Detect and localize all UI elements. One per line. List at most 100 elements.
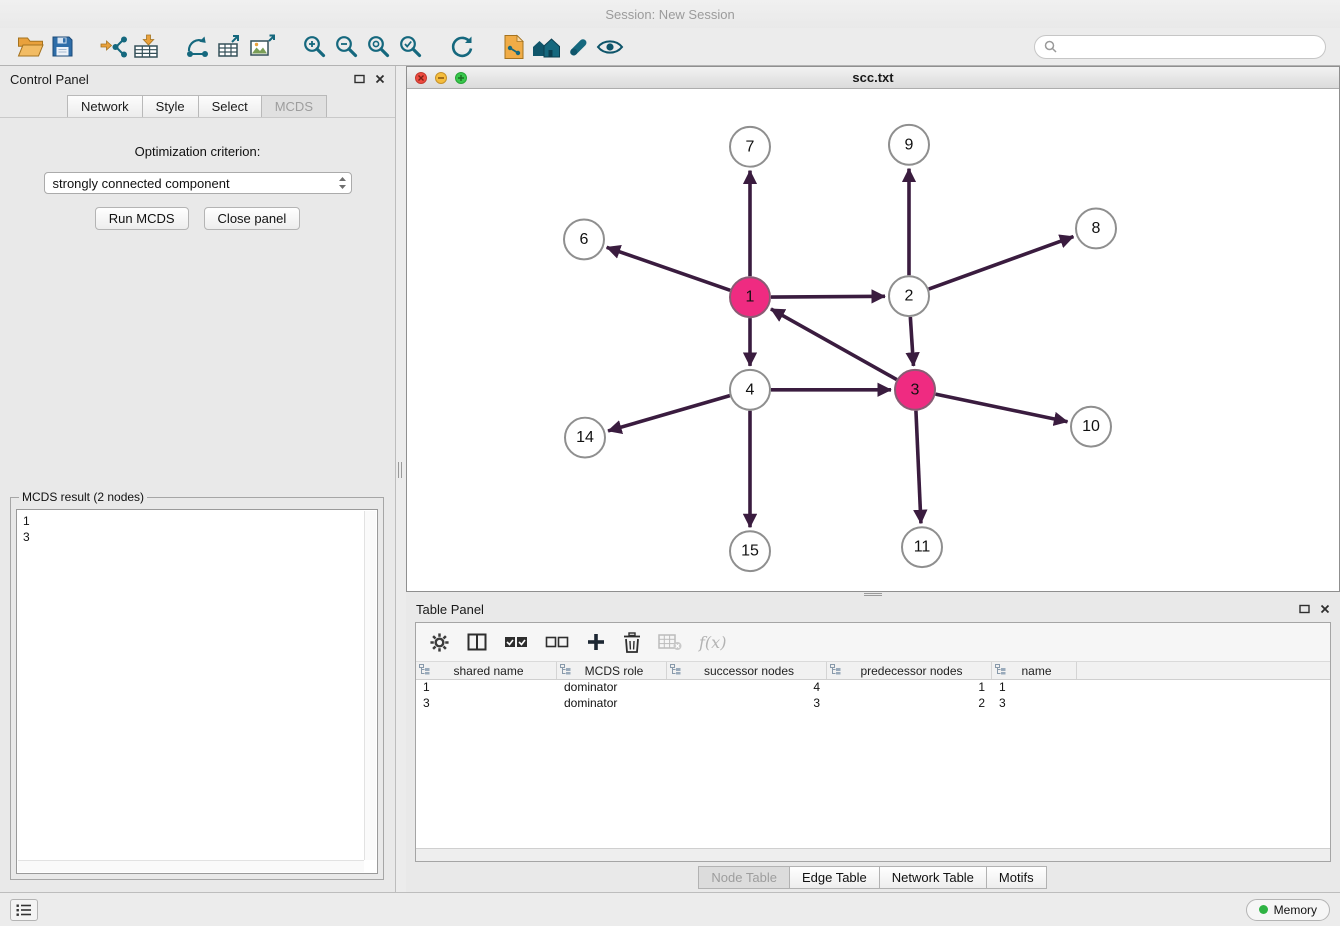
zoom-out-button[interactable] xyxy=(330,31,362,63)
table-settings-button[interactable] xyxy=(429,632,450,653)
search-input[interactable] xyxy=(1063,40,1316,54)
refresh-layout-button[interactable] xyxy=(446,31,478,63)
open-session-button[interactable] xyxy=(14,31,46,63)
table-row[interactable]: 3dominator323 xyxy=(416,696,1330,712)
network-close-button[interactable] xyxy=(415,72,427,84)
column-header-name[interactable]: name xyxy=(992,662,1077,679)
node-9[interactable]: 9 xyxy=(889,125,929,165)
edge-3-11[interactable] xyxy=(916,411,921,524)
node-label: 15 xyxy=(741,543,759,560)
network-canvas[interactable]: 7 9 6 8 1 2 3 4 10 14 15 11 xyxy=(407,89,1339,590)
column-header-successor-nodes[interactable]: successor nodes xyxy=(667,662,827,679)
attribute-type-icon xyxy=(670,664,681,678)
unselect-all-button[interactable] xyxy=(545,634,569,650)
table-cell-predecessor-nodes[interactable]: 2 xyxy=(827,696,992,712)
table-tab-network-table[interactable]: Network Table xyxy=(879,866,987,889)
zoom-fit-button[interactable] xyxy=(362,31,394,63)
node-label: 11 xyxy=(914,539,931,556)
memory-button[interactable]: Memory xyxy=(1246,899,1330,921)
table-cell-name[interactable]: 1 xyxy=(992,680,1077,696)
control-tab-select[interactable]: Select xyxy=(198,95,262,117)
close-table-panel-icon[interactable] xyxy=(1320,602,1330,617)
table-cell-predecessor-nodes[interactable]: 1 xyxy=(827,680,992,696)
node-3[interactable]: 3 xyxy=(895,370,935,410)
edge-3-1[interactable] xyxy=(771,309,897,380)
node-4[interactable]: 4 xyxy=(730,370,770,410)
export-table-button[interactable] xyxy=(214,31,246,63)
mcds-result-list[interactable]: 1 3 xyxy=(16,509,378,874)
table-hscrollbar[interactable] xyxy=(416,848,1330,861)
column-visibility-button[interactable] xyxy=(467,632,487,652)
column-header-shared-name[interactable]: shared name xyxy=(416,662,557,679)
delete-row-button[interactable] xyxy=(623,632,641,653)
control-panel: Control Panel NetworkStyleSelectMCDS Opt… xyxy=(0,66,396,892)
node-15[interactable]: 15 xyxy=(730,531,770,571)
unchecked-boxes-icon xyxy=(545,634,569,650)
close-panel-button[interactable]: Close panel xyxy=(204,207,301,230)
edge-3-10[interactable] xyxy=(936,394,1068,422)
zoom-selected-button[interactable] xyxy=(394,31,426,63)
export-image-button[interactable] xyxy=(246,31,278,63)
node-1[interactable]: 1 xyxy=(730,277,770,317)
save-floppy-icon xyxy=(51,35,74,58)
node-label: 8 xyxy=(1092,220,1101,237)
table-cell-mcds-role[interactable]: dominator xyxy=(557,680,667,696)
node-8[interactable]: 8 xyxy=(1076,209,1116,249)
control-tab-network[interactable]: Network xyxy=(67,95,143,117)
paintbrush-icon xyxy=(565,34,591,60)
save-session-button[interactable] xyxy=(46,31,78,63)
node-14[interactable]: 14 xyxy=(565,418,605,458)
node-6[interactable]: 6 xyxy=(564,219,604,259)
network-maximize-button[interactable] xyxy=(455,72,467,84)
node-11[interactable]: 11 xyxy=(902,527,942,567)
float-panel-icon[interactable] xyxy=(354,72,365,87)
table-cell-successor-nodes[interactable]: 4 xyxy=(667,680,827,696)
table-tab-edge-table[interactable]: Edge Table xyxy=(789,866,880,889)
node-2[interactable]: 2 xyxy=(889,276,929,316)
edge-2-3[interactable] xyxy=(910,317,913,366)
column-header-predecessor-nodes[interactable]: predecessor nodes xyxy=(827,662,992,679)
table-cell-successor-nodes[interactable]: 3 xyxy=(667,696,827,712)
add-row-button[interactable] xyxy=(586,632,606,652)
network-window-titlebar: scc.txt xyxy=(407,67,1339,89)
control-tab-mcds[interactable]: MCDS xyxy=(261,95,327,117)
table-tab-node-table[interactable]: Node Table xyxy=(698,866,790,889)
network-minimize-button[interactable] xyxy=(435,72,447,84)
import-network-button[interactable] xyxy=(98,31,130,63)
paint-style-button[interactable] xyxy=(562,31,594,63)
column-header-mcds-role[interactable]: MCDS role xyxy=(557,662,667,679)
list-icon xyxy=(16,904,32,916)
table-cell-shared-name[interactable]: 1 xyxy=(416,680,557,696)
right-area: scc.txt 7968123410141511 Table Panel xyxy=(406,66,1340,892)
new-network-icon xyxy=(185,35,211,59)
node-table-frame: f(x) shared nameMCDS rolesuccessor nodes… xyxy=(415,622,1331,862)
zoom-in-button[interactable] xyxy=(298,31,330,63)
edge-4-14[interactable] xyxy=(608,396,730,431)
table-cell-shared-name[interactable]: 3 xyxy=(416,696,557,712)
edge-1-6[interactable] xyxy=(607,247,731,290)
edge-2-8[interactable] xyxy=(929,237,1074,289)
column-header-label: MCDS role xyxy=(571,664,663,678)
status-menu-button[interactable] xyxy=(10,899,38,921)
table-tab-motifs[interactable]: Motifs xyxy=(986,866,1047,889)
table-row[interactable]: 1dominator411 xyxy=(416,680,1330,696)
houses-button[interactable] xyxy=(530,31,562,63)
criterion-dropdown[interactable]: strongly connected component xyxy=(44,172,352,194)
close-panel-icon[interactable] xyxy=(375,72,385,87)
node-label: 7 xyxy=(746,138,755,155)
float-table-panel-icon[interactable] xyxy=(1299,602,1310,617)
node-10[interactable]: 10 xyxy=(1071,407,1111,447)
control-panel-tabs: NetworkStyleSelectMCDS xyxy=(0,92,395,118)
import-table-button[interactable] xyxy=(130,31,162,63)
show-hide-button[interactable] xyxy=(594,31,626,63)
edge-1-2[interactable] xyxy=(771,296,885,297)
control-tab-style[interactable]: Style xyxy=(142,95,199,117)
select-all-button[interactable] xyxy=(504,634,528,650)
table-cell-name[interactable]: 3 xyxy=(992,696,1077,712)
first-neighbors-button[interactable] xyxy=(498,31,530,63)
vertical-splitter[interactable] xyxy=(396,66,406,892)
run-mcds-button[interactable]: Run MCDS xyxy=(95,207,189,230)
table-cell-mcds-role[interactable]: dominator xyxy=(557,696,667,712)
new-network-button[interactable] xyxy=(182,31,214,63)
node-7[interactable]: 7 xyxy=(730,127,770,167)
